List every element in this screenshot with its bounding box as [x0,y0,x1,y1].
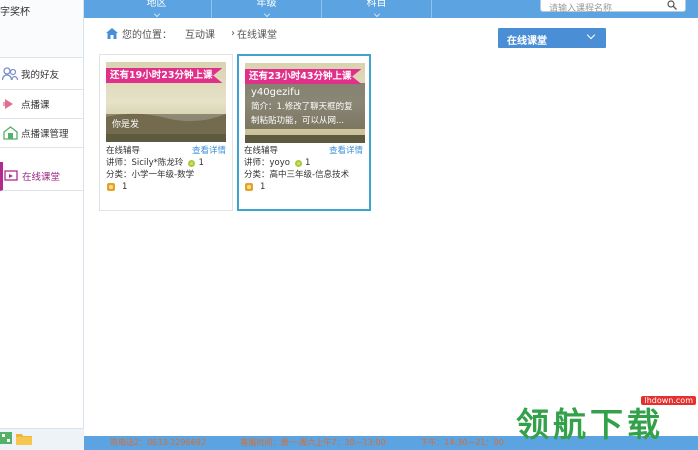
breadcrumb-separator: › [231,28,235,39]
vod-icon [2,97,18,111]
friends-icon [2,66,18,81]
filter-bar: 地区 年级 科目 请输入课程名称 [84,0,698,18]
sidebar-item-label: 点播课管理 [21,129,69,140]
sidebar-item-vod-manage[interactable]: 点播课管理 [0,119,83,148]
course-title: 你是发 [112,120,140,130]
user-name: 字奖杯 [0,7,30,18]
chevron-down-icon [263,11,270,17]
folder-icon[interactable] [16,432,32,448]
class-type-select[interactable]: 在线课堂 [498,28,606,48]
course-summary: 简介：1.修改了聊天框的复制粘贴功能，可以从网... [251,102,353,126]
sidebar-item-label: 我的好友 [21,69,60,81]
countdown-ribbon: 还有23小时43分钟上课 [245,69,362,84]
sidebar-toolbar [0,428,84,450]
medal-count: 1 [122,182,128,192]
watermark-text: 领航下载 [516,405,664,444]
breadcrumb-prefix: 您的位置： [122,30,172,41]
chevron-down-icon [586,30,596,40]
search-icon[interactable] [667,0,677,10]
flower-icon [294,159,302,167]
support-phone: 热电话2：0633-2296692 [110,438,206,447]
qr-icon[interactable] [0,432,12,447]
medal-count: 1 [260,182,266,192]
flower-icon [188,159,196,167]
sidebar-item-online-class[interactable]: 在线课堂 [0,162,83,191]
breadcrumb-link-interactive[interactable]: 互动课 [185,26,215,41]
user-panel: 字奖杯 [0,0,83,58]
watermark-logo: 领航下载 lhdown.com [516,396,698,444]
course-card[interactable]: 还有19小时23分钟上课 你是发 在线辅导 查看详情 讲师：Sicily*陈龙玲… [99,54,233,211]
breadcrumb: 您的位置： 互动课 › 在线课堂 [106,26,277,41]
online-class-icon [3,169,19,183]
chevron-down-icon [373,11,380,17]
service-hours-morning: 客服时间：周一-周六上午7：30—13:00 [240,438,386,447]
service-hours-afternoon: 下午：14:30—21：00 [420,438,504,447]
medal-icon [107,183,115,191]
course-thumbnail[interactable]: 还有19小时23分钟上课 你是发 [106,62,226,142]
chevron-down-icon [153,11,160,17]
countdown-ribbon: 还有19小时23分钟上课 [106,68,223,83]
course-category: 分类：小学一年级-数学 [106,170,195,180]
tab-subject[interactable]: 科目 [322,0,432,18]
sidebar-item-label: 点播课 [21,100,50,111]
course-thumbnail[interactable]: 还有23小时43分钟上课 y40gezifu 简介：1.修改了聊天框的复制粘贴功… [245,63,365,143]
breadcrumb-current: 在线课堂 [237,30,277,41]
medal-icon [245,183,253,191]
course-category: 分类：高中三年级-信息技术 [244,170,350,180]
sidebar-item-friends[interactable]: 我的好友 [0,58,83,90]
course-card[interactable]: 还有23小时43分钟上课 y40gezifu 简介：1.修改了聊天框的复制粘贴功… [237,54,371,211]
sidebar-item-label: 在线课堂 [22,172,61,183]
tab-region[interactable]: 地区 [102,0,212,18]
view-details-link[interactable]: 查看详情 [192,145,226,157]
tab-grade[interactable]: 年级 [212,0,322,18]
teacher-name: 讲师：yoyo [244,158,290,168]
course-title: y40gezifu [251,87,301,98]
course-type: 在线辅导 [106,146,141,156]
teacher-name: 讲师：Sicily*陈龙玲 [106,158,184,168]
search-input[interactable]: 请输入课程名称 [540,0,686,14]
sidebar: 字奖杯 我的好友 点播课 点播课管理 在线课堂 [0,0,84,450]
view-details-link[interactable]: 查看详情 [329,145,363,157]
watermark-url: lhdown.com [641,396,696,405]
vod-manage-icon [2,126,18,140]
flower-count: 1 [304,158,311,168]
home-icon [106,28,118,39]
flower-count: 1 [198,158,204,168]
course-type: 在线辅导 [244,146,279,156]
sidebar-item-vod[interactable]: 点播课 [0,90,83,119]
